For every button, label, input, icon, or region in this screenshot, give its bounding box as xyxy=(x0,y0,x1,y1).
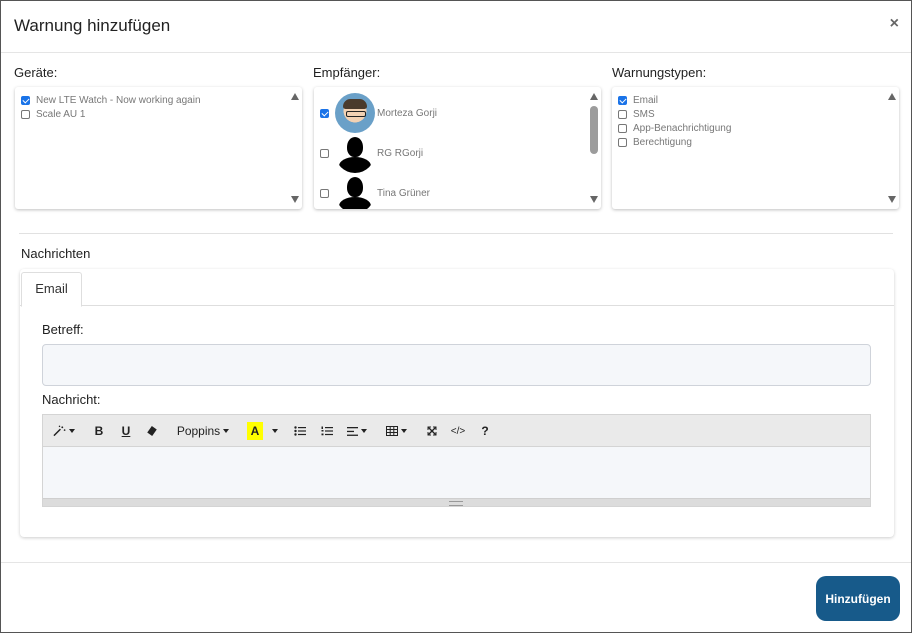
editor-toolbar: B U Poppins A </> ? xyxy=(43,415,870,447)
warning-type-label: SMS xyxy=(633,109,655,120)
recipient-item[interactable]: Morteza Gorji xyxy=(320,93,437,133)
underline-button[interactable]: U xyxy=(118,422,134,440)
add-button[interactable]: Hinzufügen xyxy=(816,576,900,621)
font-name: Poppins xyxy=(176,424,221,438)
devices-label: Geräte: xyxy=(14,65,58,80)
subject-label: Betreff: xyxy=(42,322,84,337)
bold-button[interactable]: B xyxy=(91,422,107,440)
avatar-placeholder-icon xyxy=(335,173,375,209)
warning-type-item[interactable]: App-Benachrichtigung xyxy=(618,123,731,134)
recipient-item[interactable]: RG RGorji xyxy=(320,133,423,173)
recipient-name: Tina Grüner xyxy=(377,187,430,199)
checkbox[interactable] xyxy=(618,138,627,147)
devices-list[interactable]: New LTE Watch - Now working again Scale … xyxy=(15,87,302,209)
avatar xyxy=(335,93,375,133)
add-warning-modal: Warnung hinzufügen × Geräte: New LTE Wat… xyxy=(0,0,912,633)
scroll-down-arrow-icon[interactable] xyxy=(291,196,299,203)
magic-wand-icon[interactable] xyxy=(53,422,75,440)
checkbox[interactable] xyxy=(618,124,627,133)
subject-input[interactable] xyxy=(42,344,871,386)
section-divider xyxy=(19,233,893,234)
device-item[interactable]: Scale AU 1 xyxy=(21,109,85,120)
eraser-icon[interactable] xyxy=(145,422,159,440)
avatar-placeholder-icon xyxy=(335,133,375,173)
messages-title: Nachrichten xyxy=(21,246,91,261)
scroll-down-arrow-icon[interactable] xyxy=(590,196,598,203)
device-item[interactable]: New LTE Watch - Now working again xyxy=(21,95,201,106)
warning-types-label: Warnungstypen: xyxy=(612,65,707,80)
highlight-dropdown-icon[interactable] xyxy=(268,422,278,440)
warning-type-item[interactable]: Berechtigung xyxy=(618,137,692,148)
code-view-button[interactable]: </> xyxy=(448,422,468,440)
editor-resize-handle[interactable] xyxy=(43,498,870,506)
unordered-list-icon[interactable] xyxy=(293,422,307,440)
scroll-down-arrow-icon[interactable] xyxy=(888,196,896,203)
warning-type-item[interactable]: Email xyxy=(618,95,658,106)
fullscreen-icon[interactable] xyxy=(425,422,439,440)
modal-header: Warnung hinzufügen × xyxy=(1,1,911,53)
warning-type-label: Email xyxy=(633,95,659,106)
checkbox-checked[interactable] xyxy=(618,96,627,105)
recipient-name: Morteza Gorji xyxy=(377,107,438,119)
highlight-color-button[interactable]: A xyxy=(247,422,263,440)
checkbox[interactable] xyxy=(21,110,30,119)
checkbox-checked[interactable] xyxy=(21,96,30,105)
ordered-list-icon[interactable] xyxy=(320,422,334,440)
warning-type-label: Berechtigung xyxy=(633,137,692,148)
warning-type-label: App-Benachrichtigung xyxy=(633,123,732,134)
device-label: Scale AU 1 xyxy=(36,109,86,120)
checkbox[interactable] xyxy=(320,148,329,158)
recipient-name: RG RGorji xyxy=(377,147,424,159)
close-icon[interactable]: × xyxy=(890,15,899,33)
scroll-up-arrow-icon[interactable] xyxy=(590,93,598,100)
help-button[interactable]: ? xyxy=(479,422,491,440)
scroll-up-arrow-icon[interactable] xyxy=(291,93,299,100)
messages-panel: Email Betreff: Nachricht: B U Poppins A … xyxy=(20,269,894,537)
checkbox-checked[interactable] xyxy=(320,108,329,118)
warning-types-list[interactable]: Email SMS App-Benachrichtigung Berechtig… xyxy=(612,87,899,209)
message-label: Nachricht: xyxy=(42,392,101,407)
align-icon[interactable] xyxy=(346,422,368,440)
scrollbar-thumb[interactable] xyxy=(590,106,598,154)
table-icon[interactable] xyxy=(385,422,407,440)
scroll-up-arrow-icon[interactable] xyxy=(888,93,896,100)
recipients-list[interactable]: Morteza Gorji RG RGorji Tina Grüner xyxy=(314,87,601,209)
checkbox[interactable] xyxy=(320,188,329,198)
font-family-dropdown[interactable]: Poppins xyxy=(175,422,231,440)
tab-bar: Email xyxy=(20,269,894,307)
checkbox[interactable] xyxy=(618,110,627,119)
tab-email[interactable]: Email xyxy=(21,272,82,307)
modal-title: Warnung hinzufügen xyxy=(14,16,171,35)
recipient-item[interactable]: Tina Grüner xyxy=(320,173,430,209)
device-label: New LTE Watch - Now working again xyxy=(36,95,201,106)
message-editor[interactable]: B U Poppins A </> ? xyxy=(42,414,871,507)
modal-footer-divider xyxy=(1,562,911,563)
recipients-label: Empfänger: xyxy=(313,65,381,80)
warning-type-item[interactable]: SMS xyxy=(618,109,655,120)
